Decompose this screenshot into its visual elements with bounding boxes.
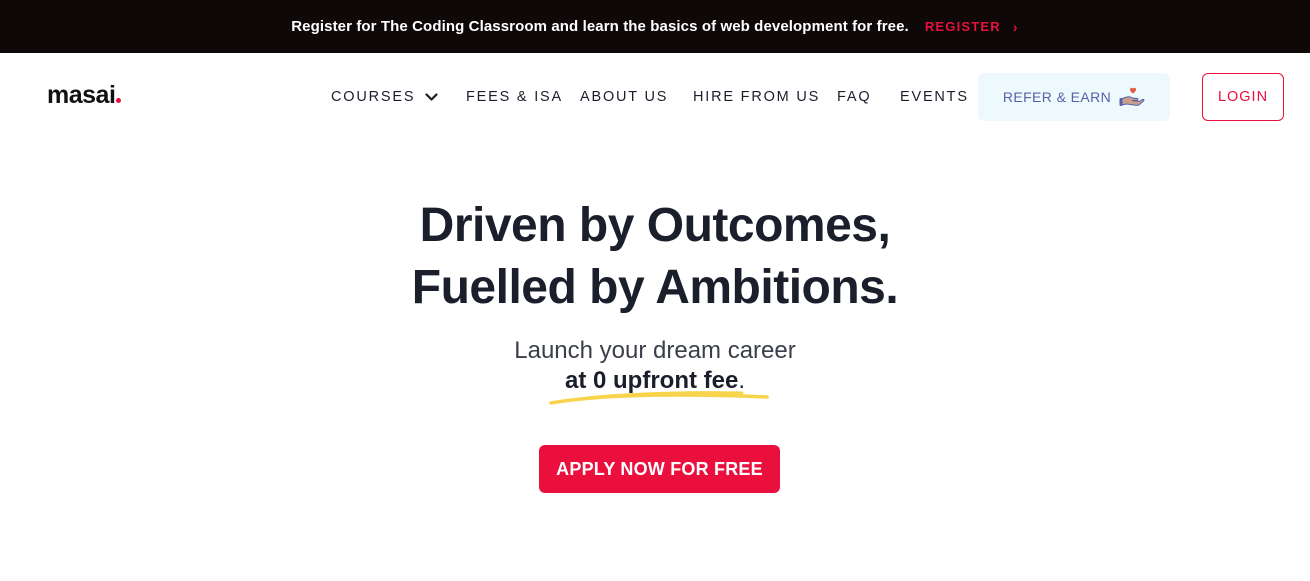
hand-heart-icon xyxy=(1119,86,1145,108)
hero-highlight-wrap: at 0 upfront fee. xyxy=(549,367,769,405)
hero-title: Driven by Outcomes, Fuelled by Ambitions… xyxy=(0,195,1310,319)
hero-highlight-phrase: at 0 upfront fee xyxy=(564,367,739,394)
nav-fees-isa[interactable]: FEES & ISA xyxy=(466,89,563,105)
nav-hire-from-us[interactable]: HIRE FROM US xyxy=(693,89,820,105)
logo-text: masai xyxy=(47,81,116,109)
nav-events[interactable]: EVENTS xyxy=(900,89,969,105)
nav-faq[interactable]: FAQ xyxy=(837,89,871,105)
refer-earn-button[interactable]: REFER & EARN xyxy=(978,73,1170,121)
main-header: masai COURSES FEES & ISA ABOUT US HIRE F… xyxy=(0,53,1310,140)
hero-section: Driven by Outcomes, Fuelled by Ambitions… xyxy=(0,195,1310,405)
nav-courses-label: COURSES xyxy=(331,89,416,105)
apply-now-label: APPLY NOW FOR FREE xyxy=(556,458,763,479)
nav-faq-label: FAQ xyxy=(837,89,872,105)
nav-hire-label: HIRE FROM US xyxy=(693,89,821,105)
login-button[interactable]: LOGIN xyxy=(1202,73,1284,121)
login-label: LOGIN xyxy=(1217,89,1269,105)
chevron-down-icon xyxy=(425,92,438,102)
logo-dot-icon xyxy=(116,98,122,103)
chevron-right-icon: › xyxy=(1012,18,1019,35)
hero-subtitle: Launch your dream career xyxy=(514,337,796,364)
announcement-bar: Register for The Coding Classroom and le… xyxy=(0,0,1310,53)
nav-courses[interactable]: COURSES xyxy=(331,89,438,105)
refer-earn-label: REFER & EARN xyxy=(1002,89,1112,105)
nav-fees-label: FEES & ISA xyxy=(466,89,563,105)
announcement-register-link[interactable]: REGISTER › xyxy=(925,19,1019,35)
hero-highlight-period: . xyxy=(738,367,745,394)
hero-title-line-2: Fuelled by Ambitions. xyxy=(411,261,899,314)
announcement-text: Register for The Coding Classroom and le… xyxy=(291,18,909,35)
masai-logo[interactable]: masai xyxy=(47,81,122,110)
nav-about-label: ABOUT US xyxy=(580,89,669,105)
register-link-label: REGISTER xyxy=(924,19,1001,34)
nav-events-label: EVENTS xyxy=(900,89,969,105)
nav-about-us[interactable]: ABOUT US xyxy=(580,89,668,105)
hero-highlight-text: at 0 upfront fee. xyxy=(565,367,745,394)
apply-now-button[interactable]: APPLY NOW FOR FREE xyxy=(539,445,780,493)
hero-title-line-1: Driven by Outcomes, xyxy=(419,199,891,252)
